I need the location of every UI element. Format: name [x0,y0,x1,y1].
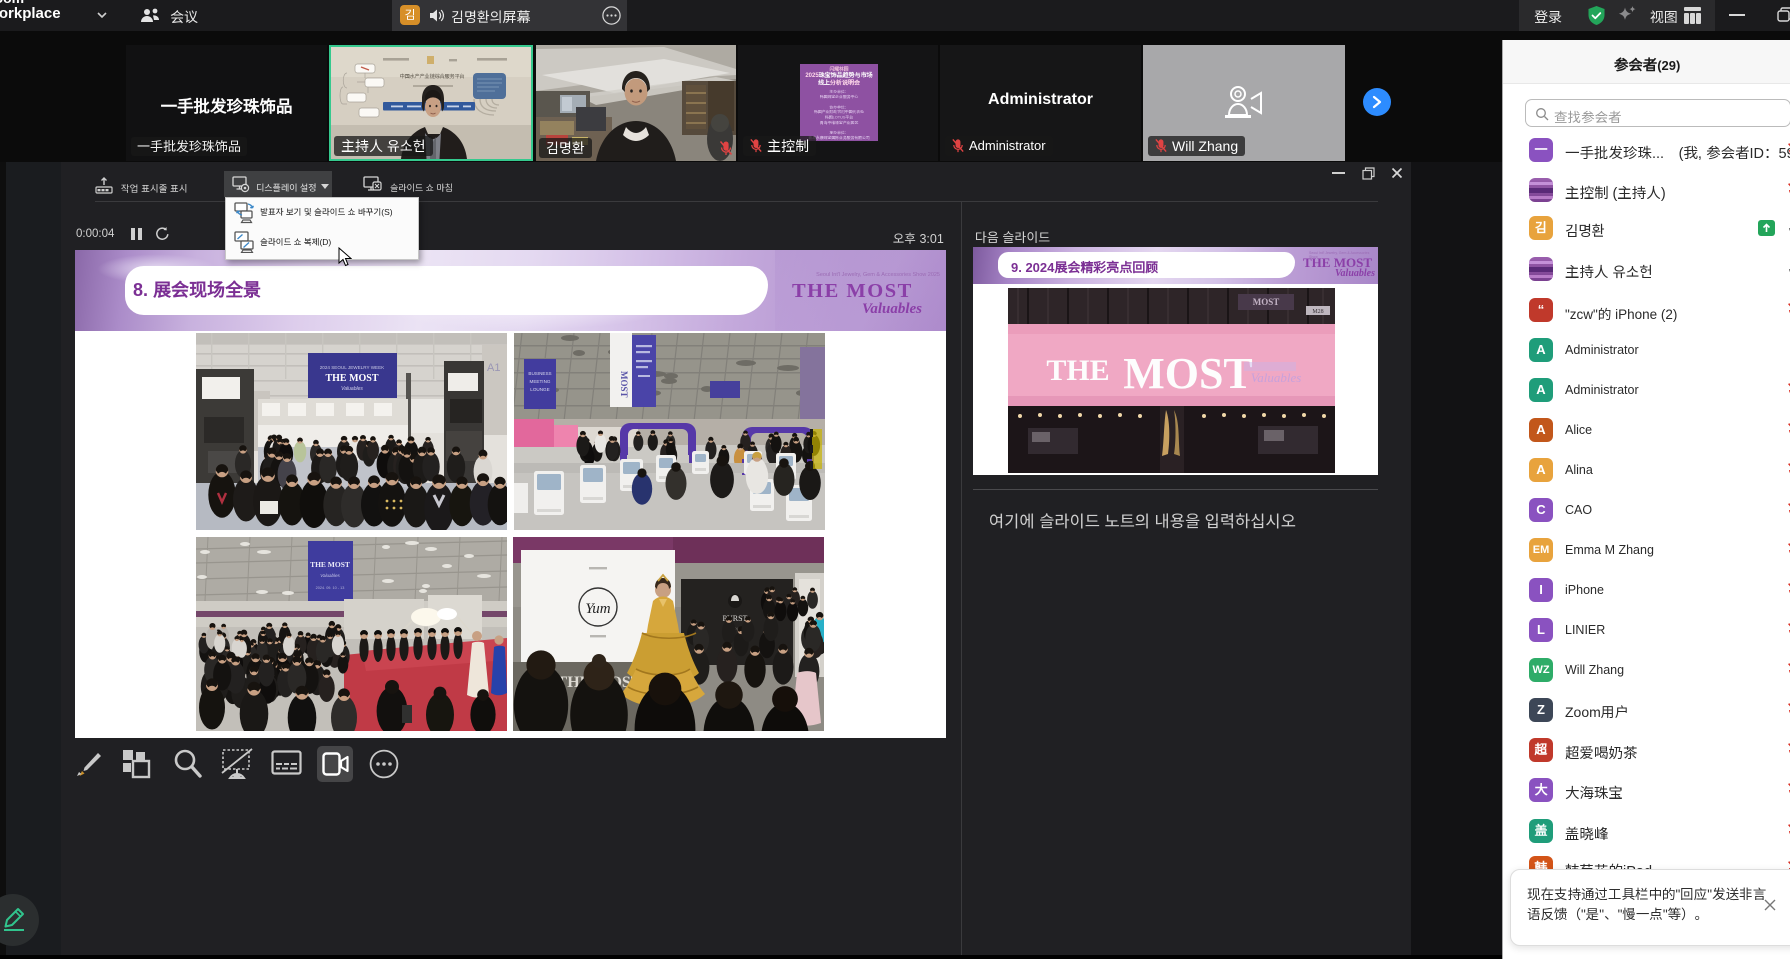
svg-text:BUSINESS: BUSINESS [528,371,551,376]
svg-text:THE MOST: THE MOST [310,560,350,569]
svg-text:MOST: MOST [1123,349,1253,398]
svg-text:MOST: MOST [619,371,629,398]
svg-text:M28: M28 [1312,309,1323,315]
svg-text:LOUNGE: LOUNGE [530,387,549,392]
svg-text:2024 SEOUL JEWELRY WEEK: 2024 SEOUL JEWELRY WEEK [320,365,385,370]
svg-text:Yum: Yum [585,601,610,617]
svg-text:MEETING: MEETING [530,379,551,384]
svg-text:Valuables: Valuables [341,386,363,392]
svg-text:Valuables: Valuables [320,573,340,578]
svg-text:中国水产产业链综合服务平台: 中国水产产业链综合服务平台 [400,73,465,80]
svg-text:MOST: MOST [1253,297,1280,307]
svg-text:Valuables: Valuables [1251,370,1302,385]
svg-text:2024. 09. 10 - 13: 2024. 09. 10 - 13 [316,586,345,590]
svg-text:THE: THE [1046,354,1109,387]
svg-text:A1: A1 [487,362,500,374]
svg-text:THE MOST: THE MOST [325,373,378,384]
